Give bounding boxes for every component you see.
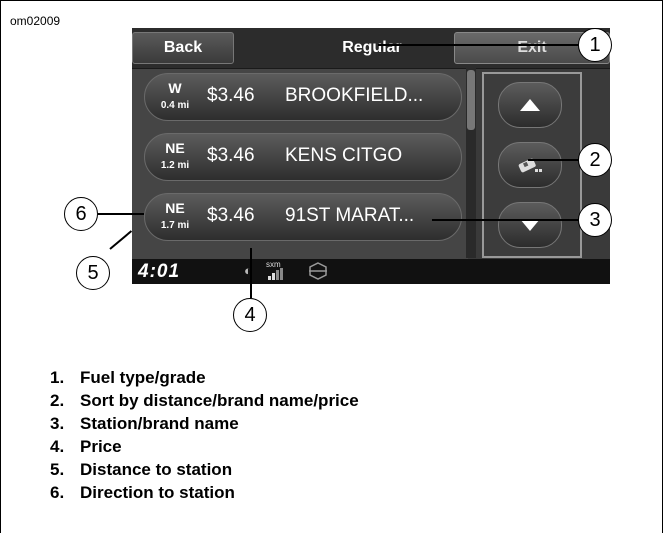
leader-line-2 (528, 159, 578, 161)
direction-label: NE (165, 140, 185, 156)
legend-item: 4. Price (50, 437, 122, 456)
figure-id: om02009 (10, 14, 61, 28)
fuel-grade-title: Regular (342, 39, 402, 56)
station-list: W 0.4 mi $3.46 BROOKFIELD... NE 1.2 mi $… (132, 69, 468, 259)
up-arrow-icon (520, 99, 540, 111)
legend-item: 6. Direction to station (50, 483, 235, 502)
legend-item: 3. Station/brand name (50, 414, 239, 433)
station-row[interactable]: NE 1.7 mi $3.46 91ST MARAT... (144, 193, 462, 241)
leader-line-4 (250, 248, 252, 298)
direction-distance: NE 1.2 mi (145, 134, 205, 180)
distance-label: 1.2 mi (160, 160, 190, 171)
station-name: BROOKFIELD... (285, 85, 424, 106)
price-label: $3.46 (207, 145, 255, 166)
station-row[interactable]: NE 1.2 mi $3.46 KENS CITGO (144, 133, 462, 181)
callout-2: 2 (578, 143, 612, 177)
legend-item: 1. Fuel type/grade (50, 368, 206, 387)
distance-label: 0.4 mi (160, 100, 190, 111)
list-scrollbar[interactable] (466, 68, 476, 258)
leader-line-3 (432, 219, 578, 221)
direction-distance: NE 1.7 mi (145, 194, 205, 240)
callout-4: 4 (233, 298, 267, 332)
legend-item: 2. Sort by distance/brand name/price (50, 391, 359, 410)
station-row[interactable]: W 0.4 mi $3.46 BROOKFIELD... (144, 73, 462, 121)
direction-label: NE (165, 200, 185, 216)
title-bar: Back Regular Exit (132, 28, 610, 69)
price-label: $3.46 (207, 205, 255, 226)
scroll-up-button[interactable] (498, 82, 562, 128)
legend: 1. Fuel type/grade 2. Sort by distance/bra… (50, 366, 359, 504)
callout-5: 5 (76, 256, 110, 290)
brand-logo-icon (308, 262, 328, 283)
station-name: 91ST MARAT... (285, 205, 415, 226)
scroll-down-button[interactable] (498, 202, 562, 248)
callout-1: 1 (578, 28, 612, 62)
sort-icon (518, 158, 542, 173)
leader-line-1 (378, 44, 578, 46)
navigation-screen: Back Regular Exit W 0.4 mi $3.46 BROOKFI… (132, 28, 610, 284)
legend-item: 5. Distance to station (50, 460, 233, 479)
distance-label: 1.7 mi (160, 220, 190, 231)
price-label: $3.46 (207, 85, 255, 106)
status-bar: 4:01 ◐ sxm (132, 259, 610, 284)
signal-strength-icon (268, 268, 284, 283)
leader-line-6 (98, 213, 144, 215)
callout-3: 3 (578, 203, 612, 237)
station-name: KENS CITGO (285, 145, 403, 166)
sort-button[interactable] (498, 142, 562, 188)
direction-label: W (168, 80, 182, 96)
callout-6: 6 (64, 197, 98, 231)
scroll-thumb[interactable] (467, 70, 475, 130)
back-button[interactable]: Back (132, 32, 234, 64)
side-control-panel (482, 72, 582, 258)
direction-distance: W 0.4 mi (145, 74, 205, 120)
clock: 4:01 (138, 261, 181, 282)
